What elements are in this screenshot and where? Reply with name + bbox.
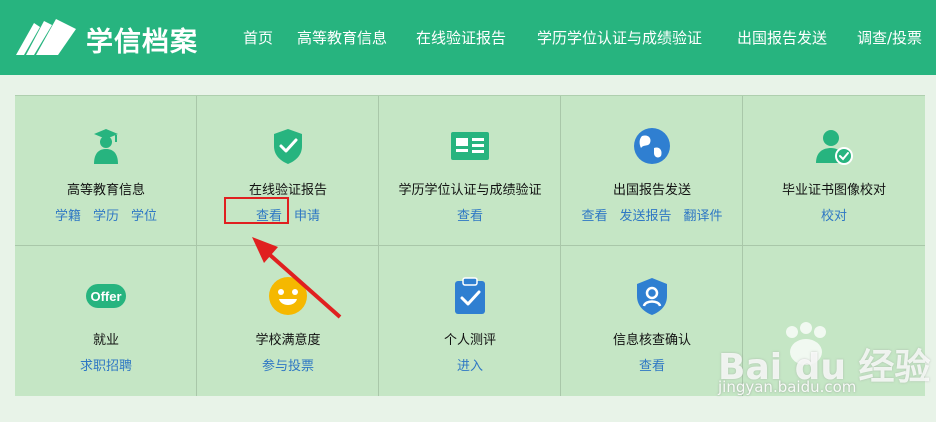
- highlight-box: [224, 197, 289, 224]
- service-links: 校对: [743, 205, 925, 224]
- link-send-report[interactable]: 发送报告: [619, 209, 671, 224]
- shield-user-icon: [637, 278, 667, 315]
- service-employment: Offer 就业 求职招聘: [15, 246, 197, 396]
- link-student-status[interactable]: 学籍: [55, 209, 81, 224]
- service-diploma-proofread: 毕业证书图像校对 校对: [743, 96, 925, 246]
- service-title: 就业: [92, 333, 119, 348]
- service-title: 个人测评: [443, 333, 496, 348]
- offer-badge-icon: Offer: [86, 284, 126, 308]
- link-enter-assessment[interactable]: 进入: [457, 359, 483, 374]
- link-view-abroad[interactable]: 查看: [581, 209, 607, 224]
- service-links: 查看: [561, 355, 743, 374]
- user-check-icon: [816, 130, 853, 165]
- top-navbar: 学信档案 首页 高等教育信息 在线验证报告 学历学位认证与成绩验证 出国报告发送…: [0, 0, 936, 75]
- service-title: 出国报告发送: [612, 183, 691, 198]
- service-links: 查看: [379, 205, 561, 224]
- service-title: 学历学位认证与成绩验证: [398, 183, 542, 198]
- service-title: 毕业证书图像校对: [781, 183, 886, 198]
- link-view-certification[interactable]: 查看: [457, 209, 483, 224]
- offer-badge-text: Offer: [90, 289, 121, 304]
- service-abroad-report: 出国报告发送 查看 发送报告 翻译件: [561, 96, 743, 246]
- service-links: 参与投票: [197, 355, 379, 374]
- red-arrow-icon: [252, 237, 342, 319]
- service-links: 进入: [379, 355, 561, 374]
- nav-survey-vote[interactable]: 调查/投票: [857, 27, 922, 48]
- service-info-confirmation: 信息核查确认 查看: [561, 246, 743, 396]
- service-links: 求职招聘: [15, 355, 197, 374]
- nav-higher-education[interactable]: 高等教育信息: [297, 27, 387, 48]
- nav-degree-certification[interactable]: 学历学位认证与成绩验证: [537, 27, 702, 48]
- nav-home[interactable]: 首页: [243, 27, 273, 48]
- link-view-confirmation[interactable]: 查看: [639, 359, 665, 374]
- service-title: 高等教育信息: [66, 183, 145, 198]
- clipboard-check-icon: [455, 277, 485, 314]
- globe-icon: [634, 128, 670, 164]
- brand-title: 学信档案: [86, 27, 198, 58]
- link-degree[interactable]: 学位: [131, 209, 157, 224]
- link-proofread[interactable]: 校对: [821, 209, 847, 224]
- link-vote[interactable]: 参与投票: [262, 359, 314, 374]
- service-personal-assessment: 个人测评 进入: [379, 246, 561, 396]
- service-title: 在线验证报告: [248, 183, 327, 198]
- service-degree-certification: 学历学位认证与成绩验证 查看: [379, 96, 561, 246]
- link-translation[interactable]: 翻译件: [684, 209, 723, 224]
- graduate-icon: [94, 129, 118, 164]
- link-apply-report[interactable]: 申请: [294, 209, 320, 224]
- link-education-record[interactable]: 学历: [93, 209, 119, 224]
- certificate-card-icon: [451, 132, 489, 160]
- service-links: 学籍 学历 学位: [15, 205, 197, 224]
- nav-online-verification[interactable]: 在线验证报告: [416, 27, 506, 48]
- nav-abroad-report[interactable]: 出国报告发送: [737, 27, 827, 48]
- service-title: 学校满意度: [255, 333, 321, 348]
- shield-check-icon: [274, 129, 302, 164]
- service-links: 查看 发送报告 翻译件: [561, 205, 743, 224]
- service-higher-education: 高等教育信息 学籍 学历 学位: [15, 96, 197, 246]
- watermark-url: jingyan.baidu.com: [718, 378, 857, 396]
- link-job-search[interactable]: 求职招聘: [80, 359, 132, 374]
- service-title: 信息核查确认: [612, 333, 691, 348]
- xuexin-logo-icon: [16, 19, 76, 55]
